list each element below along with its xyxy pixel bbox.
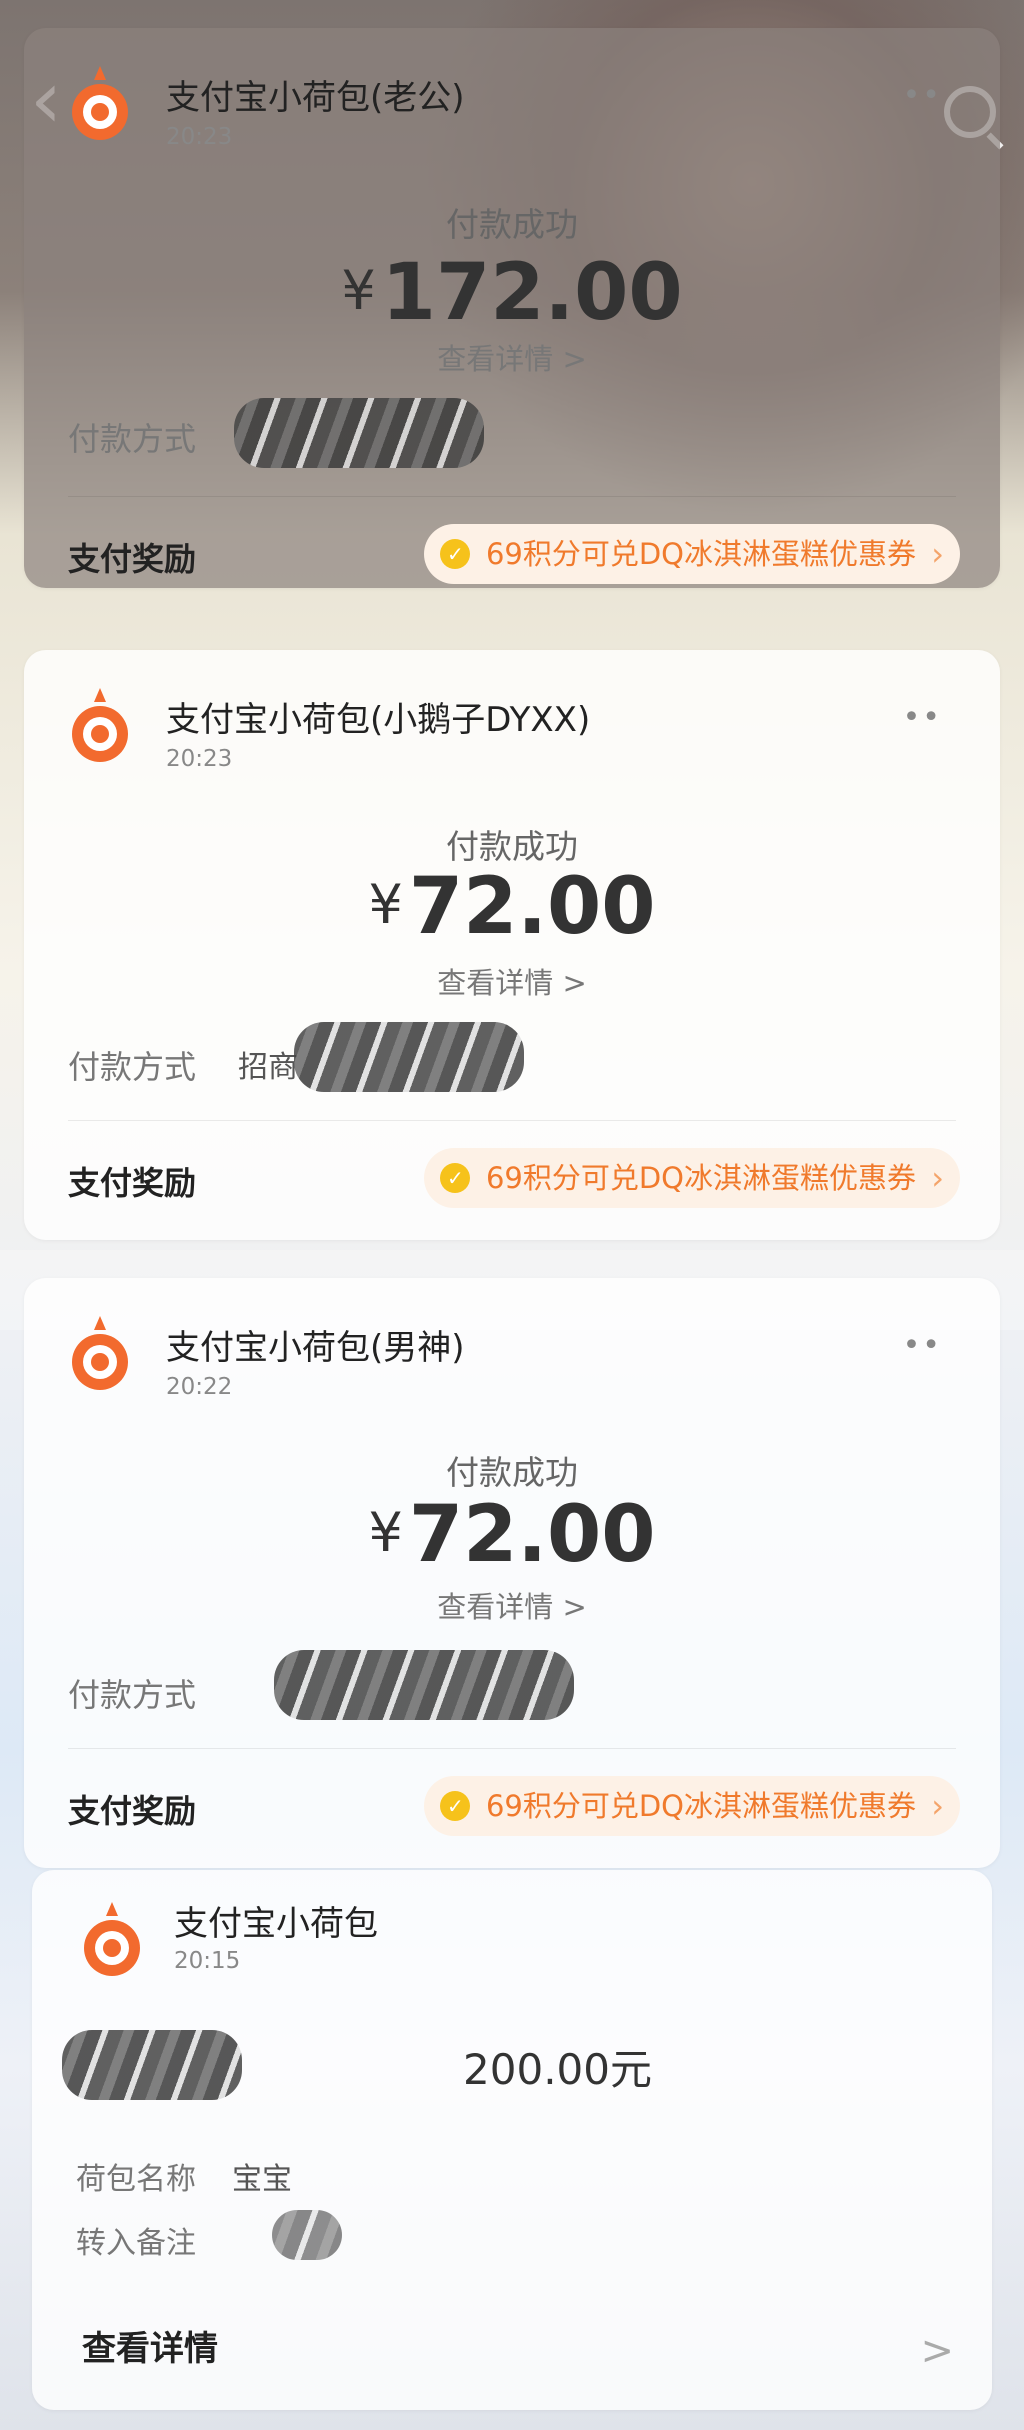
view-details-link[interactable]: 查看详情 >: [24, 1584, 1000, 1626]
payment-method-label: 付款方式: [68, 1048, 197, 1086]
divider: [68, 1748, 956, 1749]
alipay-wallet-logo: [72, 1316, 128, 1390]
coin-icon: [439, 1163, 470, 1193]
payment-amount: ¥172.00: [24, 248, 1000, 338]
view-details-link[interactable]: 查看详情 >: [24, 960, 1000, 1002]
transaction-time: 20:22: [166, 1374, 233, 1400]
redacted-scribble: [62, 2030, 242, 2100]
payment-status: 付款成功: [446, 1453, 578, 1492]
merchant-name: 支付宝小荷包: [174, 1904, 378, 1944]
reward-text: 69积分可兑DQ冰淇淋蛋糕优惠券: [485, 1789, 916, 1823]
payment-method-value: 招商: [238, 1050, 298, 1085]
view-details-label: 查看详情: [437, 1590, 554, 1624]
payment-reward-label: 支付奖励: [68, 540, 197, 578]
payment-reward-label: 支付奖励: [68, 1164, 197, 1202]
chevron-right-icon: ›: [931, 535, 944, 573]
payment-card[interactable]: 支付宝小荷包(男神) 20:22 •• 付款成功 ¥72.00 查看详情 > 付…: [24, 1278, 1000, 1868]
alipay-wallet-logo: [84, 1902, 140, 1976]
payment-card[interactable]: 支付宝小荷包(老公) 20:23 •• 付款成功 ¥172.00 查看详情 > …: [24, 28, 1000, 588]
payment-card[interactable]: 支付宝小荷包(小鹅子DYXX) 20:23 •• 付款成功 ¥72.00 查看详…: [24, 650, 1000, 1240]
redacted-scribble: [294, 1022, 524, 1092]
redacted-scribble: [234, 398, 484, 468]
chevron-right-icon: >: [562, 1590, 587, 1624]
alipay-wallet-logo: [72, 688, 128, 762]
divider: [68, 496, 956, 497]
transfer-note-label: 转入备注: [76, 2226, 196, 2261]
more-icon[interactable]: ••: [903, 700, 942, 735]
payment-method-label: 付款方式: [68, 420, 197, 458]
transaction-time: 20:23: [166, 124, 233, 150]
transfer-amount: 200.00元: [463, 2045, 652, 2094]
amount-value: 72.00: [408, 1490, 656, 1580]
merchant-name: 支付宝小荷包(男神): [166, 1328, 465, 1368]
chevron-right-icon[interactable]: >: [920, 2328, 954, 2374]
chevron-right-icon: >: [562, 966, 587, 1000]
view-details-label: 查看详情: [437, 342, 554, 376]
view-details-link[interactable]: 查看详情: [82, 2321, 218, 2370]
reward-text: 69积分可兑DQ冰淇淋蛋糕优惠券: [485, 537, 916, 571]
redacted-scribble: [272, 2210, 342, 2260]
amount-value: 172.00: [381, 248, 683, 338]
merchant-name: 支付宝小荷包(小鹅子DYXX): [166, 700, 591, 740]
reward-text: 69积分可兑DQ冰淇淋蛋糕优惠券: [485, 1161, 916, 1195]
view-details-link[interactable]: 查看详情 >: [24, 336, 1000, 378]
payment-method-label: 付款方式: [68, 1676, 197, 1714]
payment-status: 付款成功: [446, 827, 578, 866]
reward-badge[interactable]: 69积分可兑DQ冰淇淋蛋糕优惠券 ›: [423, 1776, 960, 1836]
currency-symbol: ¥: [341, 259, 376, 322]
merchant-name: 支付宝小荷包(老公): [166, 78, 465, 118]
chevron-right-icon: ›: [931, 1159, 944, 1197]
amount-value: 72.00: [408, 862, 656, 952]
wallet-name-label: 荷包名称: [76, 2162, 196, 2197]
chevron-right-icon: >: [562, 342, 587, 376]
divider: [68, 1120, 956, 1121]
more-icon[interactable]: ••: [903, 78, 942, 113]
transaction-time: 20:23: [166, 746, 233, 772]
coin-icon: [439, 1791, 470, 1821]
payment-amount: ¥72.00: [24, 1490, 1000, 1580]
payment-reward-label: 支付奖励: [68, 1792, 197, 1830]
reward-badge[interactable]: 69积分可兑DQ冰淇淋蛋糕优惠券 ›: [423, 1148, 960, 1208]
currency-symbol: ¥: [368, 873, 403, 936]
chevron-right-icon: ›: [931, 1787, 944, 1825]
redacted-scribble: [274, 1650, 574, 1720]
currency-symbol: ¥: [368, 1501, 403, 1564]
reward-badge[interactable]: 69积分可兑DQ冰淇淋蛋糕优惠券 ›: [423, 524, 960, 584]
transaction-time: 20:15: [174, 1948, 241, 1974]
payment-amount: ¥72.00: [24, 862, 1000, 952]
more-icon[interactable]: ••: [903, 1328, 942, 1363]
payment-status: 付款成功: [446, 205, 578, 244]
coin-icon: [439, 539, 470, 569]
alipay-wallet-logo: [72, 66, 128, 140]
wallet-name-value: 宝宝: [232, 2162, 292, 2197]
view-details-label: 查看详情: [437, 966, 554, 1000]
transfer-card[interactable]: 支付宝小荷包 20:15 200.00元 荷包名称 宝宝 转入备注 查看详情 >: [32, 1870, 992, 2410]
